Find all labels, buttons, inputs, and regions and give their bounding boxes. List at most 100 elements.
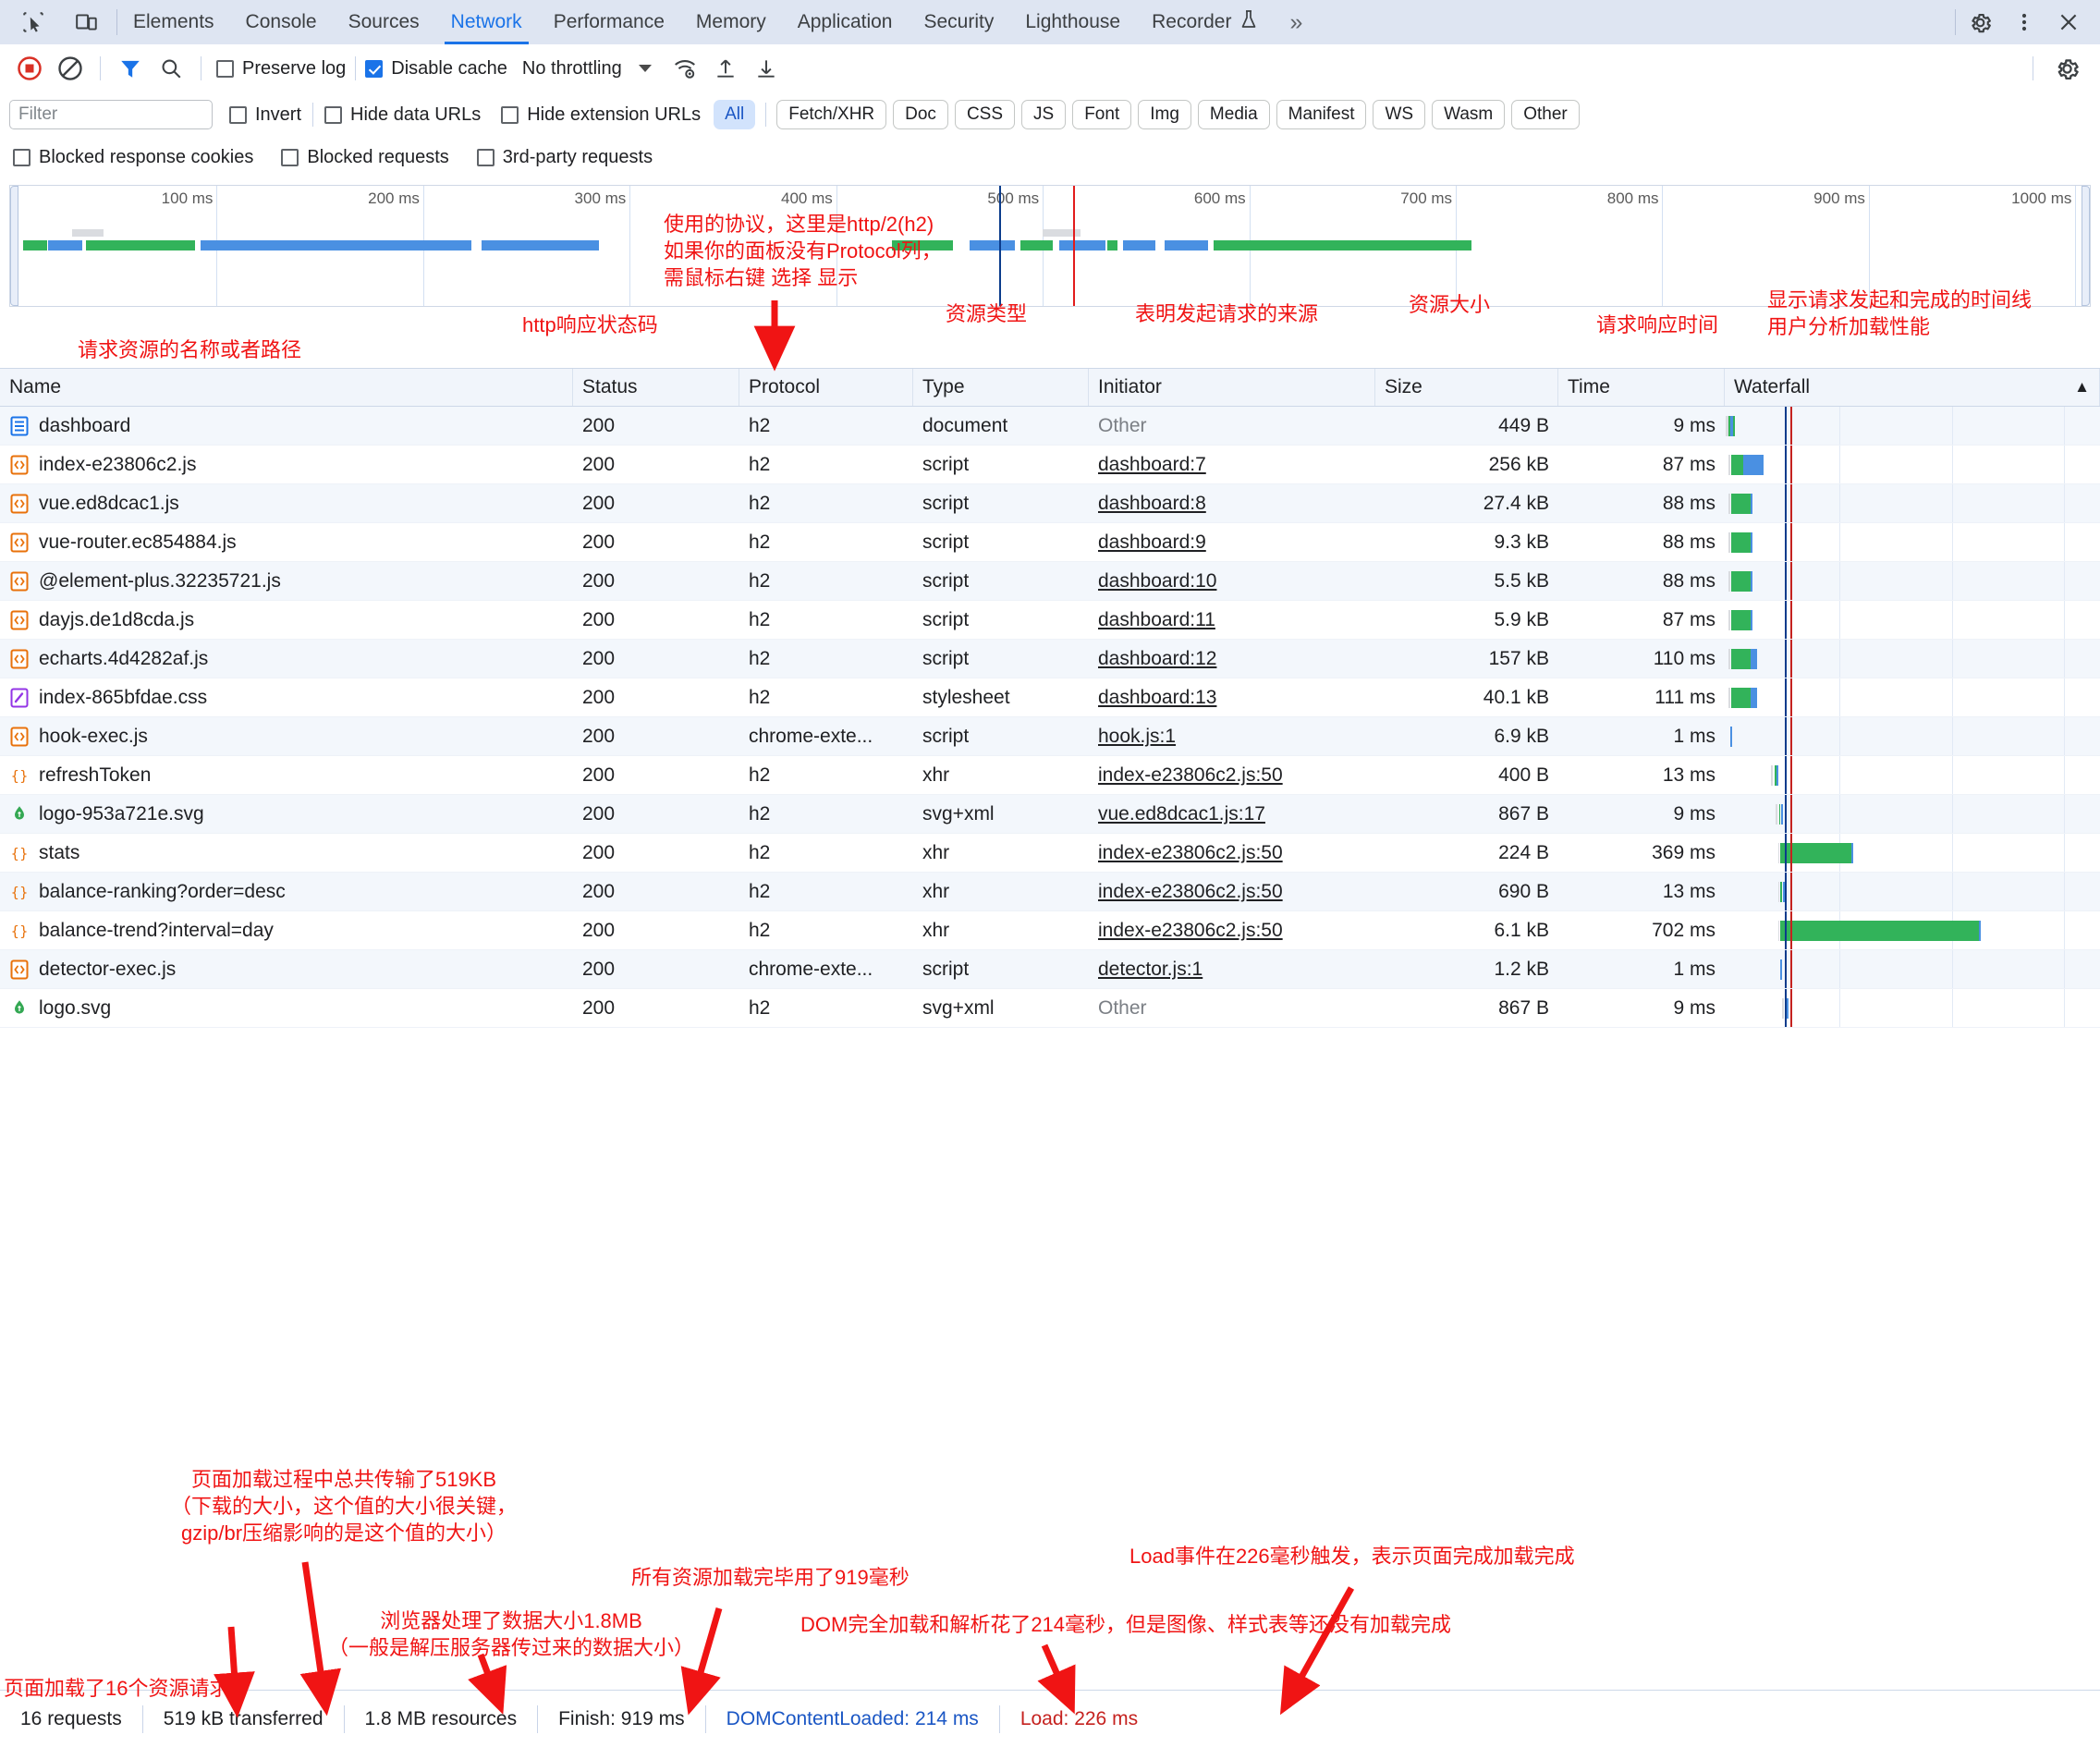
column-header-status[interactable]: Status: [573, 369, 739, 406]
cell-initiator[interactable]: hook.js:1: [1089, 717, 1375, 755]
third-party-requests-box[interactable]: [476, 148, 494, 166]
cell-initiator[interactable]: vue.ed8dcac1.js:17: [1089, 795, 1375, 833]
initiator-link[interactable]: dashboard:11: [1098, 609, 1215, 631]
initiator-link[interactable]: index-e23806c2.js:50: [1098, 881, 1283, 903]
cell-name[interactable]: index-865bfdae.css: [0, 678, 573, 716]
tab-memory[interactable]: Memory: [680, 0, 782, 44]
network-conditions-icon[interactable]: [665, 48, 705, 89]
cell-initiator[interactable]: index-e23806c2.js:50: [1089, 834, 1375, 872]
initiator-link[interactable]: dashboard:12: [1098, 648, 1216, 670]
cell-initiator[interactable]: index-e23806c2.js:50: [1089, 873, 1375, 910]
table-row[interactable]: detector-exec.js 200 chrome-exte... script d…: [0, 950, 2100, 989]
type-filter-doc[interactable]: Doc: [893, 99, 948, 130]
tab-lighthouse[interactable]: Lighthouse: [1009, 0, 1136, 44]
type-filter-fetch-xhr[interactable]: Fetch/XHR: [776, 99, 887, 130]
invert-checkbox[interactable]: Invert: [229, 104, 301, 126]
table-row[interactable]: {} refreshToken 200 h2 xhr index-e23806c2.js:…: [0, 756, 2100, 795]
initiator-link[interactable]: dashboard:9: [1098, 531, 1206, 554]
cell-name[interactable]: echarts.4d4282af.js: [0, 640, 573, 678]
cell-initiator[interactable]: dashboard:11: [1089, 601, 1375, 639]
tab-recorder[interactable]: Recorder: [1136, 0, 1274, 44]
overview-left-handle[interactable]: [10, 186, 18, 306]
cell-name[interactable]: dashboard: [0, 407, 573, 445]
record-stop-icon[interactable]: [9, 48, 50, 89]
cell-initiator[interactable]: index-e23806c2.js:50: [1089, 756, 1375, 794]
hide-extension-urls-checkbox[interactable]: Hide extension URLs: [501, 104, 701, 126]
cell-initiator[interactable]: dashboard:7: [1089, 446, 1375, 483]
close-icon[interactable]: [2048, 2, 2089, 43]
cell-initiator[interactable]: index-e23806c2.js:50: [1089, 911, 1375, 949]
type-filter-all[interactable]: All: [714, 99, 756, 130]
blocked-response-cookies-checkbox[interactable]: Blocked response cookies: [13, 147, 253, 168]
column-header-type[interactable]: Type: [913, 369, 1089, 406]
type-filter-other[interactable]: Other: [1511, 99, 1580, 130]
preserve-log-box[interactable]: [216, 59, 234, 78]
export-har-icon[interactable]: [746, 48, 787, 89]
invert-box[interactable]: [229, 105, 247, 124]
column-header-protocol[interactable]: Protocol: [739, 369, 913, 406]
filter-input[interactable]: [9, 100, 213, 129]
hide-extension-urls-box[interactable]: [501, 105, 519, 124]
table-row[interactable]: hook-exec.js 200 chrome-exte... script hook.…: [0, 717, 2100, 756]
tab-security[interactable]: Security: [908, 0, 1009, 44]
tab-console[interactable]: Console: [230, 0, 333, 44]
column-header-initiator[interactable]: Initiator: [1089, 369, 1375, 406]
gear-icon[interactable]: [2046, 48, 2087, 89]
initiator-link[interactable]: dashboard:8: [1098, 493, 1206, 515]
tab-elements[interactable]: Elements: [117, 0, 230, 44]
gear-icon[interactable]: [1960, 2, 2000, 43]
column-header-time[interactable]: Time: [1558, 369, 1725, 406]
cell-name[interactable]: dayjs.de1d8cda.js: [0, 601, 573, 639]
throttling-select[interactable]: No throttling: [522, 58, 652, 79]
overview-right-handle[interactable]: [2082, 186, 2090, 306]
tab-application[interactable]: Application: [782, 0, 909, 44]
blocked-requests-box[interactable]: [281, 148, 299, 166]
device-toolbar-icon[interactable]: [67, 2, 107, 43]
column-header-waterfall[interactable]: Waterfall ▲: [1725, 369, 2100, 406]
disable-cache-checkbox[interactable]: Disable cache: [365, 58, 507, 79]
cell-initiator[interactable]: dashboard:13: [1089, 678, 1375, 716]
column-header-size[interactable]: Size: [1375, 369, 1558, 406]
table-row[interactable]: {} stats 200 h2 xhr index-e23806c2.js:50 224 B…: [0, 834, 2100, 873]
type-filter-font[interactable]: Font: [1072, 99, 1132, 130]
initiator-link[interactable]: index-e23806c2.js:50: [1098, 842, 1283, 864]
hide-data-urls-checkbox[interactable]: Hide data URLs: [324, 104, 481, 126]
cell-name[interactable]: index-e23806c2.js: [0, 446, 573, 483]
initiator-link[interactable]: dashboard:7: [1098, 454, 1206, 476]
table-row[interactable]: dashboard 200 h2 document Other 449 B 9 ms: [0, 407, 2100, 446]
cell-initiator[interactable]: dashboard:10: [1089, 562, 1375, 600]
cell-name[interactable]: {} balance-trend?interval=day: [0, 911, 573, 949]
cell-initiator[interactable]: dashboard:9: [1089, 523, 1375, 561]
initiator-link[interactable]: detector.js:1: [1098, 959, 1203, 981]
table-row[interactable]: echarts.4d4282af.js 200 h2 script dashboard:…: [0, 640, 2100, 678]
table-row[interactable]: {} balance-trend?interval=day 200 h2 xhr inde…: [0, 911, 2100, 950]
type-filter-manifest[interactable]: Manifest: [1276, 99, 1367, 130]
type-filter-img[interactable]: Img: [1138, 99, 1191, 130]
table-row[interactable]: @element-plus.32235721.js 200 h2 script dash…: [0, 562, 2100, 601]
table-row[interactable]: index-e23806c2.js 200 h2 script dashboard:7 2…: [0, 446, 2100, 484]
filter-icon[interactable]: [110, 48, 151, 89]
cell-name[interactable]: vue-router.ec854884.js: [0, 523, 573, 561]
blocked-response-cookies-box[interactable]: [13, 148, 31, 166]
cell-name[interactable]: {} refreshToken: [0, 756, 573, 794]
initiator-link[interactable]: hook.js:1: [1098, 726, 1176, 748]
table-row[interactable]: dayjs.de1d8cda.js 200 h2 script dashboard:11…: [0, 601, 2100, 640]
column-header-name[interactable]: Name: [0, 369, 573, 406]
cell-name[interactable]: vue.ed8dcac1.js: [0, 484, 573, 522]
cell-name[interactable]: @element-plus.32235721.js: [0, 562, 573, 600]
kebab-menu-icon[interactable]: [2004, 2, 2045, 43]
cell-initiator[interactable]: dashboard:12: [1089, 640, 1375, 678]
type-filter-ws[interactable]: WS: [1373, 99, 1426, 130]
table-row[interactable]: logo.svg 200 h2 svg+xml Other 867 B 9 ms: [0, 989, 2100, 1028]
search-icon[interactable]: [151, 48, 191, 89]
third-party-requests-checkbox[interactable]: 3rd-party requests: [476, 147, 653, 168]
cell-initiator[interactable]: dashboard:8: [1089, 484, 1375, 522]
cell-name[interactable]: {} balance-ranking?order=desc: [0, 873, 573, 910]
sort-ascending-icon[interactable]: ▲: [2074, 378, 2090, 397]
import-har-icon[interactable]: [705, 48, 746, 89]
type-filter-js[interactable]: JS: [1021, 99, 1067, 130]
table-row[interactable]: vue-router.ec854884.js 200 h2 script dashboa…: [0, 523, 2100, 562]
initiator-link[interactable]: index-e23806c2.js:50: [1098, 920, 1283, 942]
cell-name[interactable]: logo-953a721e.svg: [0, 795, 573, 833]
hide-data-urls-box[interactable]: [324, 105, 343, 124]
